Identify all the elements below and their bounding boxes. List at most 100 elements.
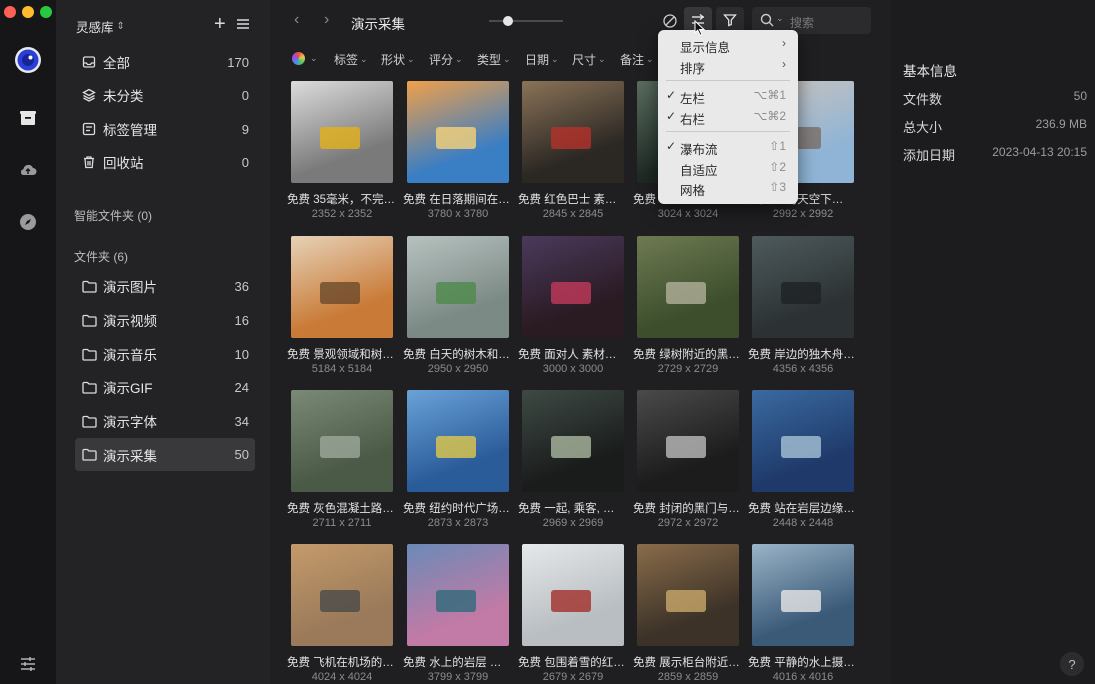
thumbnail-detail [780,281,822,305]
folder-item[interactable]: 演示字体 34 [75,405,255,437]
image-thumbnail[interactable] [752,236,854,338]
menu-item-adaptive[interactable]: 自适应 ⇧2 [658,158,798,178]
sidebar-item-count: 9 [241,121,249,137]
sidebar-item-label: 回收站 [103,156,144,171]
menu-item-sort[interactable]: 排序 › [658,56,798,76]
zoom-slider-thumb[interactable] [503,16,513,26]
image-thumbnail[interactable] [291,81,393,183]
menu-item-left-pane[interactable]: ✓ 左栏 ⌥⌘1 [658,86,798,106]
folder-item-selected[interactable]: 演示采集 50 [75,438,255,471]
folder-item[interactable]: 演示视频 16 [75,304,255,336]
folders-title[interactable]: 文件夹 (6) [74,248,128,265]
image-thumbnail[interactable] [637,236,739,338]
filter-shape-button[interactable]: 形状 ⌄ [381,51,415,68]
folder-label: 演示视频 [103,314,157,329]
image-thumbnail[interactable] [291,544,393,646]
filter-label: 备注 [620,53,645,67]
compass-icon[interactable] [14,208,42,236]
chevron-down-icon: ⌄ [360,54,368,64]
image-thumbnail[interactable] [637,544,739,646]
folder-icon [81,278,97,294]
help-icon[interactable]: ? [1060,652,1084,676]
inbox-icon [81,54,97,70]
zoom-slider[interactable] [489,20,563,22]
image-dimensions: 2448 x 2448 [772,517,834,529]
image-dimensions: 2972 x 2972 [657,517,719,529]
color-filter-button[interactable]: ⌄ [292,52,318,65]
menu-icon[interactable] [236,17,250,34]
info-value: 236.9 MB [1035,117,1087,131]
image-thumbnail[interactable] [522,544,624,646]
box-icon[interactable] [14,104,42,132]
chevron-updown-icon: ⇕ [116,21,125,32]
image-thumbnail[interactable] [752,544,854,646]
image-thumbnail[interactable] [752,390,854,492]
settings-sliders-icon[interactable] [14,650,42,678]
folder-item[interactable]: 演示图片 36 [75,270,255,302]
sidebar-item-all[interactable]: 全部 170 [75,46,255,78]
sidebar-item-tags[interactable]: 标签管理 9 [75,113,255,145]
search-icon [760,13,774,30]
image-caption: 免费 岸边的独木舟… [748,349,855,361]
filter-date-button[interactable]: 日期 ⌄ [525,51,559,68]
sidebar-item-uncategorized[interactable]: 未分类 0 [75,79,255,111]
image-dimensions: 2352 x 2352 [311,208,373,220]
thumbnail-detail [665,435,707,459]
forward-icon[interactable]: › [324,11,329,29]
image-dimensions: 4016 x 4016 [772,671,834,683]
smart-folders-title[interactable]: 智能文件夹 (0) [74,207,152,224]
folder-count: 34 [234,413,249,429]
image-thumbnail[interactable] [291,390,393,492]
image-thumbnail[interactable] [407,544,509,646]
image-dimensions: 2679 x 2679 [542,671,604,683]
cloud-icon[interactable] [14,156,42,184]
filter-size-button[interactable]: 尺寸 ⌄ [572,51,606,68]
add-icon[interactable]: + [214,14,226,34]
filter-label: 类型 [477,53,502,67]
menu-separator [666,80,790,81]
thumbnail-detail [665,281,707,305]
thumbnail-detail [550,589,592,613]
image-thumbnail[interactable] [407,81,509,183]
folder-count: 50 [234,447,249,462]
filter-rating-button[interactable]: 评分 ⌄ [429,51,463,68]
menu-item-label: 右栏 [680,113,706,127]
menu-item-display-info[interactable]: 显示信息 › [658,35,798,55]
chevron-right-icon: › [782,36,786,50]
back-icon[interactable]: ‹ [294,11,299,29]
search-input[interactable]: 搜索 [790,14,814,31]
window-zoom-button[interactable] [40,6,52,18]
image-caption: 免费 面对人 素材… [518,349,617,361]
layout-menu: 显示信息 › 排序 › ✓ 左栏 ⌥⌘1 ✓ 右栏 ⌥⌘2 ✓ 瀑布流 ⇧1 自… [658,30,798,204]
menu-item-waterfall[interactable]: ✓ 瀑布流 ⇧1 [658,137,798,157]
image-caption: 免费 白天的树木和… [403,349,510,361]
chevron-right-icon: › [782,57,786,71]
menu-item-right-pane[interactable]: ✓ 右栏 ⌥⌘2 [658,107,798,127]
image-thumbnail[interactable] [407,390,509,492]
library-selector[interactable]: 灵感库 ⇕ [76,17,125,36]
menu-item-grid[interactable]: 网格 ⇧3 [658,178,798,198]
image-caption: 免费 景观领域和树… [287,349,394,361]
image-thumbnail[interactable] [407,236,509,338]
folder-item[interactable]: 演示音乐 10 [75,338,255,370]
filter-note-button[interactable]: 备注 ⌄ [620,51,654,68]
thumbnail-detail [319,435,361,459]
filter-tag-button[interactable]: 标签 ⌄ [334,51,368,68]
menu-item-shortcut: ⇧3 [769,180,786,194]
image-thumbnail[interactable] [522,390,624,492]
filter-type-button[interactable]: 类型 ⌄ [477,51,511,68]
image-thumbnail[interactable] [637,390,739,492]
chevron-down-icon: ⌄ [646,54,654,64]
menu-item-label: 排序 [680,62,706,76]
sidebar-item-trash[interactable]: 回收站 0 [75,146,255,178]
image-dimensions: 2711 x 2711 [312,517,372,529]
window-close-button[interactable] [4,6,16,18]
image-thumbnail[interactable] [291,236,393,338]
image-thumbnail[interactable] [522,236,624,338]
menu-item-shortcut: ⌥⌘2 [753,109,786,123]
library-avatar[interactable] [14,46,42,74]
window-minimize-button[interactable] [22,6,34,18]
image-thumbnail[interactable] [522,81,624,183]
sidebar-item-label: 未分类 [103,89,144,104]
folder-item[interactable]: 演示GIF 24 [75,371,255,403]
